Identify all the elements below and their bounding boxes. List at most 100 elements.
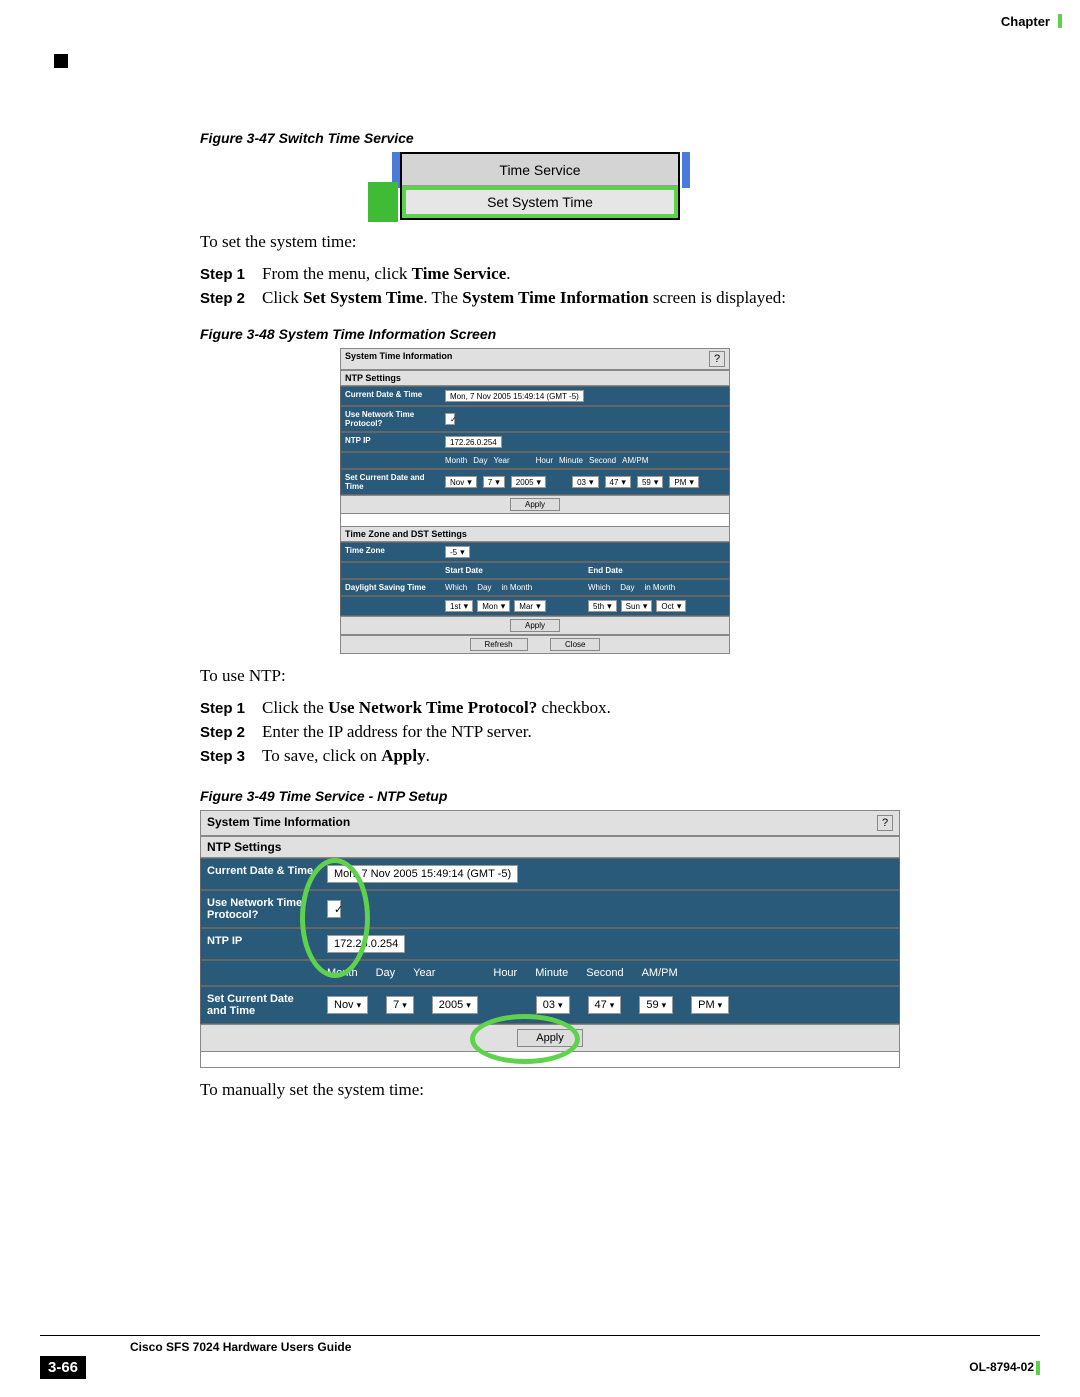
header-accent xyxy=(1058,14,1062,28)
day-select[interactable]: 7 xyxy=(386,996,414,1014)
step-label: Step 1 xyxy=(200,698,262,718)
minute-select[interactable]: 47 xyxy=(588,996,622,1014)
dst-start-which[interactable]: 1st xyxy=(445,600,473,612)
dst-start-day[interactable]: Mon xyxy=(477,600,510,612)
footer-accent xyxy=(1036,1361,1040,1375)
dialog-title-bar: System Time Information ? xyxy=(340,348,730,370)
dst-end-day[interactable]: Sun xyxy=(621,600,653,612)
ampm-select[interactable]: PM xyxy=(669,476,699,488)
refresh-button[interactable]: Refresh xyxy=(470,638,528,651)
step-label: Step 3 xyxy=(200,746,262,766)
row-use-ntp: Use Network Time Protocol? ✓ xyxy=(340,406,730,432)
step-label: Step 2 xyxy=(200,722,262,742)
step-b1: Step 1 Click the Use Network Time Protoc… xyxy=(200,698,1020,718)
page-footer: Cisco SFS 7024 Hardware Users Guide 3-66… xyxy=(0,1335,1080,1379)
hour-select[interactable]: 03 xyxy=(536,996,570,1014)
row-use-ntp: Use Network Time Protocol? ✓ xyxy=(200,890,900,928)
corner-marker xyxy=(54,54,68,68)
row-set-date: Set Current Date and Time Nov 7 2005 03 … xyxy=(200,986,900,1024)
footer-doc-number: OL-8794-02 xyxy=(969,1360,1040,1375)
dialog-title: System Time Information xyxy=(207,815,350,831)
second-select[interactable]: 59 xyxy=(639,996,673,1014)
step-label: Step 1 xyxy=(200,264,262,284)
apply-row: Apply xyxy=(200,1024,900,1052)
menu-time-service[interactable]: Time Service xyxy=(402,154,678,186)
figure-48-caption: Figure 3-48 System Time Information Scre… xyxy=(200,326,1020,342)
menu-set-system-time[interactable]: Set System Time xyxy=(402,186,678,218)
dst-end-which[interactable]: 5th xyxy=(588,600,617,612)
second-select[interactable]: 59 xyxy=(637,476,663,488)
use-ntp-checkbox[interactable]: ✓ xyxy=(327,900,341,918)
intro-manual-set: To manually set the system time: xyxy=(200,1080,1020,1100)
dst-start-month[interactable]: Mar xyxy=(514,600,545,612)
step-text: Click the Use Network Time Protocol? che… xyxy=(262,698,611,718)
row-set-date-header: Month Day Year Hour Minute Second AM/PM xyxy=(340,452,730,469)
row-ntp-ip: NTP IP 172.26.0.254 xyxy=(340,432,730,452)
section-ntp: NTP Settings xyxy=(200,836,900,858)
year-select[interactable]: 2005 xyxy=(511,476,546,488)
decor-bar xyxy=(682,152,690,188)
step-a1: Step 1 From the menu, click Time Service… xyxy=(200,264,1020,284)
day-select[interactable]: 7 xyxy=(483,476,505,488)
step-text: Click Set System Time. The System Time I… xyxy=(262,288,786,308)
row-current-datetime: Current Date & Time Mon, 7 Nov 2005 15:4… xyxy=(200,858,900,890)
dialog-title-bar: System Time Information ? xyxy=(200,810,900,836)
row-dst-values: 1st Mon Mar 5th Sun Oct xyxy=(340,596,730,616)
step-b2: Step 2 Enter the IP address for the NTP … xyxy=(200,722,1020,742)
figure-49-caption: Figure 3-49 Time Service - NTP Setup xyxy=(200,788,1020,804)
apply-button[interactable]: Apply xyxy=(517,1029,583,1047)
timezone-select[interactable]: -5 xyxy=(445,546,470,558)
dst-end-month[interactable]: Oct xyxy=(656,600,686,612)
current-datetime-field: Mon, 7 Nov 2005 15:49:14 (GMT -5) xyxy=(327,865,518,883)
row-set-date: Set Current Date and Time Nov 7 2005 03 … xyxy=(340,469,730,495)
step-text: To save, click on Apply. xyxy=(262,746,430,766)
step-text: From the menu, click Time Service. xyxy=(262,264,511,284)
start-date-label: Start Date xyxy=(445,566,582,575)
intro-set-time: To set the system time: xyxy=(200,232,1020,252)
apply-row: Apply xyxy=(340,495,730,514)
ampm-select[interactable]: PM xyxy=(691,996,729,1014)
ntp-ip-input[interactable]: 172.26.0.254 xyxy=(445,436,502,448)
page-header: Chapter xyxy=(1001,14,1062,28)
page-number: 3-66 xyxy=(40,1356,86,1379)
close-button[interactable]: Close xyxy=(550,638,600,651)
highlight-marker xyxy=(368,182,398,222)
month-select[interactable]: Nov xyxy=(445,476,477,488)
step-a2: Step 2 Click Set System Time. The System… xyxy=(200,288,1020,308)
row-ntp-ip: NTP IP 172.26.0.254 xyxy=(200,928,900,960)
figure-49-dialog: System Time Information ? NTP Settings C… xyxy=(200,810,900,1068)
dialog-title: System Time Information xyxy=(345,351,452,367)
help-icon[interactable]: ? xyxy=(877,815,893,831)
row-timezone: Time Zone -5 xyxy=(340,542,730,562)
use-ntp-checkbox[interactable]: ✓ xyxy=(445,413,455,425)
year-select[interactable]: 2005 xyxy=(432,996,478,1014)
hour-select[interactable]: 03 xyxy=(572,476,598,488)
row-current-datetime: Current Date & Time Mon, 7 Nov 2005 15:4… xyxy=(340,386,730,406)
current-datetime-field: Mon, 7 Nov 2005 15:49:14 (GMT -5) xyxy=(445,390,584,402)
section-tz-dst: Time Zone and DST Settings xyxy=(340,526,730,542)
row-dst-header: Daylight Saving Time Which Day in Month … xyxy=(340,579,730,596)
help-icon[interactable]: ? xyxy=(709,351,725,367)
section-ntp: NTP Settings xyxy=(340,370,730,386)
minute-select[interactable]: 47 xyxy=(605,476,631,488)
step-text: Enter the IP address for the NTP server. xyxy=(262,722,532,742)
refresh-close-row: Refresh Close xyxy=(340,635,730,654)
month-select[interactable]: Nov xyxy=(327,996,368,1014)
figure-47: Time Service Set System Time xyxy=(400,152,680,220)
footer-guide-title: Cisco SFS 7024 Hardware Users Guide xyxy=(130,1340,1040,1354)
apply-button[interactable]: Apply xyxy=(510,498,560,511)
end-date-label: End Date xyxy=(588,566,725,575)
step-label: Step 2 xyxy=(200,288,262,308)
row-set-date-header: Month Day Year Hour Minute Second AM/PM xyxy=(200,960,900,986)
content-area: Figure 3-47 Switch Time Service Time Ser… xyxy=(200,130,1020,1112)
figure-48-dialog: System Time Information ? NTP Settings C… xyxy=(340,348,730,654)
step-b3: Step 3 To save, click on Apply. xyxy=(200,746,1020,766)
page: Chapter Figure 3-47 Switch Time Service … xyxy=(0,0,1080,1397)
figure-47-caption: Figure 3-47 Switch Time Service xyxy=(200,130,1020,146)
chapter-label: Chapter xyxy=(1001,14,1050,29)
apply-button[interactable]: Apply xyxy=(510,619,560,632)
intro-use-ntp: To use NTP: xyxy=(200,666,1020,686)
apply-row-2: Apply xyxy=(340,616,730,635)
row-dst-sections: Start Date End Date xyxy=(340,562,730,579)
ntp-ip-input[interactable]: 172.26.0.254 xyxy=(327,935,405,953)
